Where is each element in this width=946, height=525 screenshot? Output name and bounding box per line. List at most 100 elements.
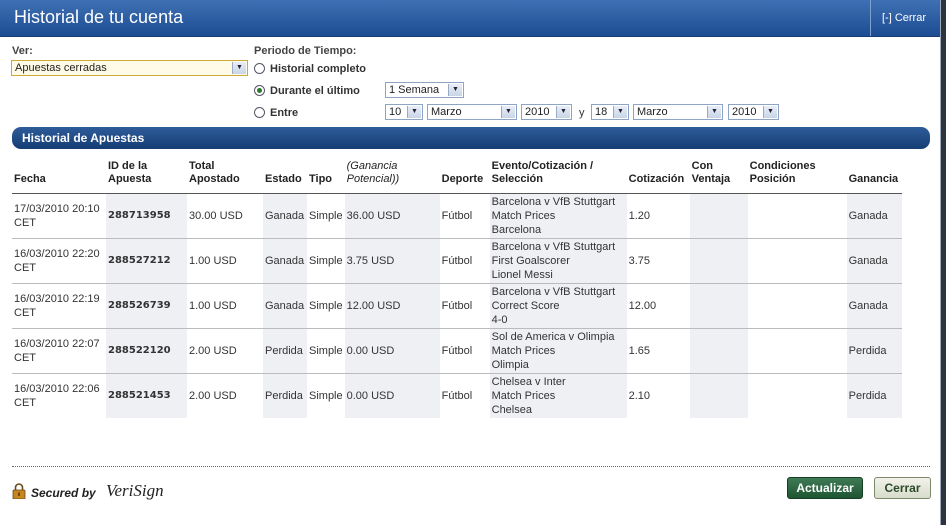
col-condiciones: Condiciones Posición <box>749 160 816 185</box>
cell-condiciones <box>747 373 847 418</box>
radio-durante-ultimo-label: Durante el último <box>270 85 360 97</box>
from-month-select[interactable]: Marzo ▼ <box>427 104 517 120</box>
cell-potencial: 0.00 USD <box>344 328 440 374</box>
cell-estado: Ganada <box>263 193 307 239</box>
cell-estado: Ganada <box>263 283 307 329</box>
last-period-select[interactable]: 1 Semana ▼ <box>385 82 464 98</box>
to-day-value: 18 <box>595 106 608 118</box>
col-id: ID de la Apuesta <box>108 160 152 185</box>
col-fecha: Fecha <box>14 173 46 185</box>
radio-historial-completo[interactable] <box>254 63 265 74</box>
last-period-value: 1 Semana <box>389 84 440 96</box>
col-estado: Estado <box>265 173 302 185</box>
cell-ganancia: Perdida <box>846 328 902 374</box>
cell-condiciones <box>747 283 847 329</box>
cell-estado: Perdida <box>263 373 307 418</box>
title-separator <box>870 0 871 36</box>
cell-evento: Chelsea v Inter Match Prices Chelsea <box>489 373 627 418</box>
from-day-value: 10 <box>389 106 402 118</box>
cell-deporte: Fútbol <box>439 238 490 284</box>
table-row: 16/03/2010 22:07 CET 288522120 2.00 USD P… <box>12 328 902 374</box>
view-select-value: Apuestas cerradas <box>15 62 107 74</box>
close-link[interactable]: [-] Cerrar <box>882 12 926 24</box>
cell-con-ventaja <box>689 238 748 284</box>
to-month-value: Marzo <box>637 106 668 118</box>
col-con-ventaja: Con Ventaja <box>691 160 731 185</box>
chevron-down-icon: ▼ <box>613 106 627 118</box>
cell-fecha: 16/03/2010 22:07 CET <box>12 328 106 374</box>
window-title: Historial de tu cuenta <box>14 7 184 27</box>
view-select[interactable]: Apuestas cerradas ▼ <box>11 60 248 76</box>
refresh-button[interactable]: Actualizar <box>787 477 863 499</box>
cell-id: 288521453 <box>106 373 187 418</box>
cell-cotizacion: 2.10 <box>626 373 690 418</box>
to-year-select[interactable]: 2010 ▼ <box>728 104 779 120</box>
cancel-button[interactable]: Cerrar <box>874 477 931 499</box>
cell-tipo: Simple <box>307 328 345 374</box>
cell-potencial: 36.00 USD <box>344 193 440 239</box>
to-day-select[interactable]: 18 ▼ <box>591 104 629 120</box>
cell-condiciones <box>747 193 847 239</box>
cell-condiciones <box>747 238 847 284</box>
radio-durante-ultimo[interactable] <box>254 85 265 96</box>
table-row: 16/03/2010 22:20 CET 288527212 1.00 USD G… <box>12 238 902 284</box>
col-evento: Evento/Cotización / Selección <box>491 160 594 185</box>
cell-potencial: 0.00 USD <box>344 373 440 418</box>
section-title: Historial de Apuestas <box>22 131 145 145</box>
cell-id: 288527212 <box>106 238 187 284</box>
col-ganancia-potencial: (Ganancia Potencial)) <box>346 160 400 185</box>
col-ganancia: Ganancia <box>848 173 899 185</box>
period-label: Periodo de Tiempo: <box>254 45 357 57</box>
cell-evento: Sol de America v Olimpia Match Prices Olim… <box>489 328 627 374</box>
to-month-select[interactable]: Marzo ▼ <box>633 104 723 120</box>
chevron-down-icon: ▼ <box>448 84 462 96</box>
cell-id: 288713958 <box>106 193 187 239</box>
bets-table: Fecha ID de la Apuesta Total Apostado Esta… <box>12 158 902 418</box>
cell-con-ventaja <box>689 193 748 239</box>
from-month-value: Marzo <box>431 106 462 118</box>
radio-historial-completo-label: Historial completo <box>270 63 366 75</box>
cell-id: 288522120 <box>106 328 187 374</box>
cell-cotizacion: 1.65 <box>626 328 690 374</box>
cell-evento: Barcelona v VfB Stuttgart First Goalscore… <box>489 238 627 284</box>
cell-deporte: Fútbol <box>439 328 490 374</box>
col-cotizacion: Cotización <box>628 173 685 185</box>
chevron-down-icon: ▼ <box>763 106 777 118</box>
cell-deporte: Fútbol <box>439 193 490 239</box>
chevron-down-icon: ▼ <box>501 106 515 118</box>
from-year-select[interactable]: 2010 ▼ <box>521 104 572 120</box>
table-header-row: Fecha ID de la Apuesta Total Apostado Esta… <box>12 158 902 194</box>
window-edge <box>941 0 946 525</box>
cell-tipo: Simple <box>307 283 345 329</box>
account-history-window: Historial de tu cuenta [-] Cerrar Ver: A… <box>0 0 941 525</box>
from-day-select[interactable]: 10 ▼ <box>385 104 423 120</box>
cell-tipo: Simple <box>307 238 345 284</box>
chevron-down-icon: ▼ <box>556 106 570 118</box>
cell-total: 30.00 USD <box>187 193 263 239</box>
cell-fecha: 16/03/2010 22:20 CET <box>12 238 106 284</box>
cell-cotizacion: 3.75 <box>626 238 690 284</box>
to-year-value: 2010 <box>732 106 757 118</box>
col-deporte: Deporte <box>441 173 484 185</box>
chevron-down-icon: ▼ <box>707 106 721 118</box>
cell-cotizacion: 1.20 <box>626 193 690 239</box>
section-header: Historial de Apuestas <box>12 127 930 149</box>
cell-ganancia: Perdida <box>846 373 902 418</box>
secured-by-label: Secured by <box>31 486 96 500</box>
cell-ganancia: Ganada <box>846 238 902 284</box>
cell-potencial: 12.00 USD <box>344 283 440 329</box>
from-year-value: 2010 <box>525 106 550 118</box>
lock-icon <box>12 483 26 499</box>
chevron-down-icon: ▼ <box>407 106 421 118</box>
cell-total: 2.00 USD <box>187 373 263 418</box>
cell-con-ventaja <box>689 328 748 374</box>
cell-fecha: 16/03/2010 22:19 CET <box>12 283 106 329</box>
table-row: 17/03/2010 20:10 CET 288713958 30.00 USD … <box>12 193 902 239</box>
cell-deporte: Fútbol <box>439 373 490 418</box>
cell-ganancia: Ganada <box>846 193 902 239</box>
radio-entre[interactable] <box>254 107 265 118</box>
cell-deporte: Fútbol <box>439 283 490 329</box>
verisign-logo: VeriSign <box>106 481 164 500</box>
between-and-label: y <box>579 107 585 119</box>
cell-total: 2.00 USD <box>187 328 263 374</box>
